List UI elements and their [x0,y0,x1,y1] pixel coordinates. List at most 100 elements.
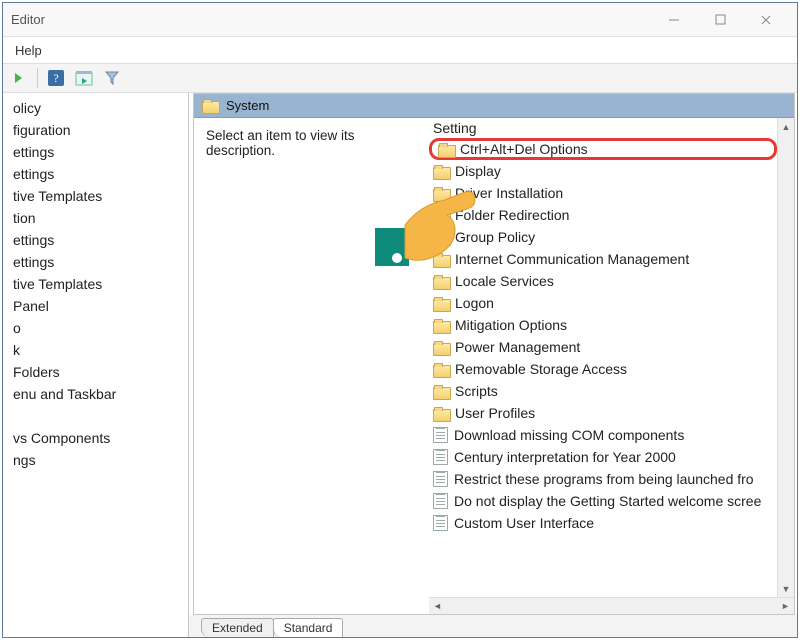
toolbar-separator [37,68,38,88]
setting-label: Restrict these programs from being launc… [454,471,754,487]
setting-item[interactable]: Scripts [429,380,777,402]
policy-icon [433,493,448,509]
properties-icon[interactable] [74,68,94,88]
policy-icon [433,471,448,487]
setting-item[interactable]: Internet Communication Management [429,248,777,270]
description-text: Select an item to view its description. [206,128,417,158]
main-panel: System Select an item to view its descri… [193,93,795,615]
policy-icon [433,449,448,465]
scroll-up-arrow-icon[interactable]: ▲ [778,118,794,135]
setting-item[interactable]: Ctrl+Alt+Del Options [429,138,777,160]
setting-item[interactable]: Restrict these programs from being launc… [429,468,777,490]
folder-icon [433,231,449,244]
folder-icon [433,187,449,200]
setting-item[interactable]: Mitigation Options [429,314,777,336]
policy-icon [433,515,448,531]
setting-label: Ctrl+Alt+Del Options [460,141,588,157]
setting-label: Custom User Interface [454,515,594,531]
setting-item[interactable]: Group Policy [429,226,777,248]
tree-item[interactable]: ettings [13,141,188,163]
folder-icon [438,143,454,156]
main-body: Select an item to view its description. … [194,118,794,614]
svg-text:?: ? [53,71,58,85]
tree-pane[interactable]: olicyfigurationettingsettingstive Templa… [3,93,189,637]
folder-icon [433,275,449,288]
menu-bar: Help [3,37,797,63]
tree-item[interactable]: k [13,339,188,361]
setting-item[interactable]: Folder Redirection [429,204,777,226]
setting-label: Download missing COM components [454,427,684,443]
help-menu[interactable]: Help [15,43,42,58]
main-pane: System Select an item to view its descri… [189,93,797,637]
tab-standard[interactable]: Standard [273,618,344,637]
scroll-right-arrow-icon[interactable]: ► [777,598,794,615]
tree-item[interactable]: vs Components [13,427,188,449]
tree-item[interactable]: Panel [13,295,188,317]
filter-icon[interactable] [102,68,122,88]
column-header-setting[interactable]: Setting [429,118,777,138]
folder-icon [433,407,449,420]
setting-label: Logon [455,295,494,311]
tree-item[interactable]: olicy [13,97,188,119]
setting-label: Locale Services [455,273,554,289]
setting-item[interactable]: Download missing COM components [429,424,777,446]
horizontal-scrollbar[interactable]: ◄ ► [429,597,794,614]
setting-item[interactable]: Display [429,160,777,182]
setting-item[interactable]: Logon [429,292,777,314]
scroll-down-arrow-icon[interactable]: ▼ [778,580,794,597]
maximize-button[interactable] [697,5,743,35]
setting-label: Mitigation Options [455,317,567,333]
tree-item[interactable]: o [13,317,188,339]
scroll-track[interactable] [778,135,794,580]
settings-list[interactable]: Setting Ctrl+Alt+Del Options Display Drive… [429,118,777,597]
tree-item[interactable]: tive Templates [13,273,188,295]
tree-item[interactable]: tive Templates [13,185,188,207]
tree-item[interactable]: ettings [13,229,188,251]
folder-icon [433,297,449,310]
setting-label: Internet Communication Management [455,251,689,267]
setting-item[interactable]: Do not display the Getting Started welco… [429,490,777,512]
tree-item[interactable]: ngs [13,449,188,471]
folder-icon [433,319,449,332]
setting-label: Scripts [455,383,498,399]
tree-item[interactable]: ettings [13,251,188,273]
setting-item[interactable]: Driver Installation [429,182,777,204]
minimize-button[interactable] [651,5,697,35]
tab-extended[interactable]: Extended [201,618,274,637]
help-icon[interactable]: ? [46,68,66,88]
tree-item[interactable]: tion [13,207,188,229]
setting-item[interactable]: Power Management [429,336,777,358]
setting-label: Power Management [455,339,580,355]
folder-icon [433,253,449,266]
close-button[interactable] [743,5,789,35]
setting-item[interactable]: Locale Services [429,270,777,292]
setting-item[interactable]: Removable Storage Access [429,358,777,380]
forward-arrow-icon[interactable] [9,68,29,88]
folder-icon [433,341,449,354]
main-title: System [226,98,269,113]
setting-item[interactable]: Custom User Interface [429,512,777,534]
folder-icon [433,209,449,222]
tree-item[interactable]: figuration [13,119,188,141]
content-area: olicyfigurationettingsettingstive Templa… [3,93,797,637]
setting-item[interactable]: User Profiles [429,402,777,424]
tree-item[interactable]: ettings [13,163,188,185]
window-controls [651,5,789,35]
folder-icon [202,99,218,112]
setting-label: Driver Installation [455,185,563,201]
toolbar: ? [3,63,797,93]
setting-label: Group Policy [455,229,535,245]
tree-item[interactable]: enu and Taskbar [13,383,188,405]
window-title: Editor [11,12,651,27]
description-column: Select an item to view its description. [194,118,429,614]
tree-item[interactable] [13,405,188,427]
vertical-scrollbar[interactable]: ▲ ▼ [777,118,794,597]
setting-item[interactable]: Century interpretation for Year 2000 [429,446,777,468]
setting-label: Folder Redirection [455,207,569,223]
tree-item[interactable]: Folders [13,361,188,383]
scroll-left-arrow-icon[interactable]: ◄ [429,598,446,615]
setting-label: Removable Storage Access [455,361,627,377]
setting-label: Do not display the Getting Started welco… [454,493,761,509]
view-tabs: Extended Standard [189,615,797,637]
folder-icon [433,165,449,178]
